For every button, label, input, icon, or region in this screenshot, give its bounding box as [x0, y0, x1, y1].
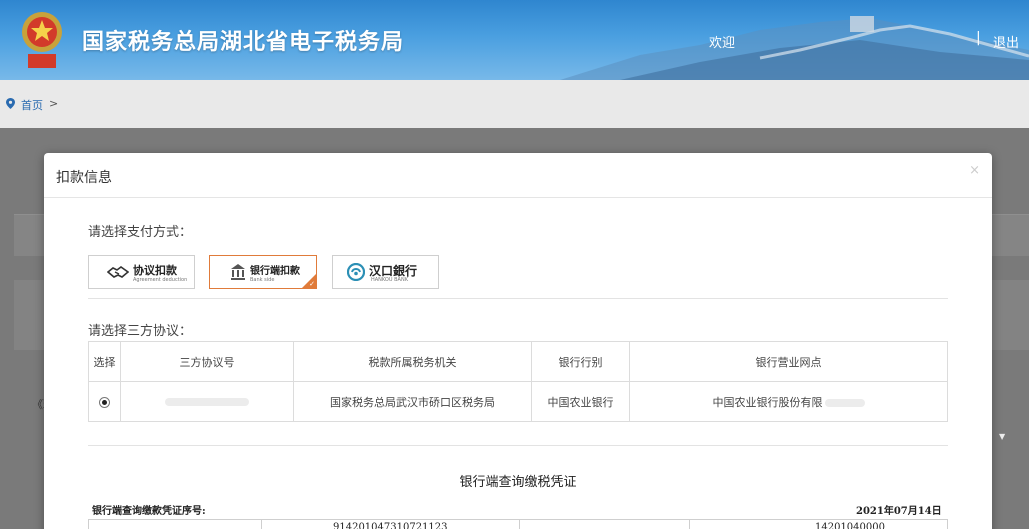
payment-modal: 扣款信息 × 请选择支付方式： 协议扣款 Agreement deduction…: [44, 153, 992, 529]
table-row[interactable]: 国家税务总局武汉市硚口区税务局 中国农业银行 中国农业银行股份有限: [88, 381, 948, 422]
pay-option-bank-side[interactable]: 银行端扣款 Bank side ✓: [209, 255, 317, 289]
pay-option-sublabel: Bank side: [250, 277, 275, 283]
tax-office-cell: 国家税务总局武汉市硚口区税务局: [293, 381, 532, 422]
welcome-text: 欢迎: [709, 36, 736, 51]
site-title: 国家税务总局湖北省电子税务局: [82, 30, 405, 55]
agreement-label: 请选择三方协议：: [88, 324, 193, 339]
bank-icon: [231, 264, 245, 280]
breadcrumb: 首页 >: [0, 80, 1029, 128]
chevron-down-icon: ▼: [999, 432, 1006, 441]
check-icon: ✓: [309, 280, 315, 288]
select-cell[interactable]: [88, 381, 121, 422]
pay-option-label: 协议扣款: [133, 264, 177, 277]
header-separator: |: [976, 30, 981, 46]
breadcrumb-arrow: >: [49, 97, 59, 110]
branch-cell: 中国农业银行股份有限: [629, 381, 948, 422]
close-icon[interactable]: ×: [969, 163, 980, 178]
bank-cell: 中国农业银行: [531, 381, 630, 422]
pay-option-sublabel: Agreement deduction: [133, 277, 188, 283]
agreement-table: 选择 三方协议号 税款所属税务机关 银行行别 银行营业网点 国家税务总局武汉市硚…: [88, 341, 948, 422]
column-header: 三方协议号: [120, 341, 294, 382]
redacted-text: [165, 398, 249, 406]
voucher-tax-id: 914201047310721123: [333, 522, 448, 529]
divider: [88, 298, 948, 299]
voucher-number-label: 银行端查询缴款凭证序号:: [92, 506, 206, 517]
logout-link[interactable]: 退出: [993, 32, 1019, 51]
modal-header: 扣款信息 ×: [44, 153, 992, 198]
pay-option-hankou-bank[interactable]: 汉口銀行 HANKOU BANK: [332, 255, 439, 289]
site-header: 国家税务总局湖北省电子税务局 欢迎 | 退出: [0, 0, 1029, 80]
redacted-text: [824, 398, 865, 407]
voucher-code: 14201040000: [815, 522, 885, 529]
handshake-icon: [107, 266, 129, 278]
breadcrumb-home-link[interactable]: 首页: [21, 97, 43, 113]
divider: [88, 445, 948, 446]
voucher-title: 银行端查询缴税凭证: [459, 475, 577, 490]
agreement-no-cell: [120, 381, 294, 422]
cell-divider: [689, 520, 690, 529]
cell-divider: [261, 520, 262, 529]
column-header: 银行行别: [531, 341, 630, 382]
column-header: 税款所属税务机关: [293, 341, 532, 382]
column-header: 银行营业网点: [629, 341, 948, 382]
column-header: 选择: [88, 341, 121, 382]
voucher-table-row: 914201047310721123 14201040000: [88, 519, 948, 529]
pay-option-sublabel: HANKOU BANK: [371, 277, 408, 283]
modal-title: 扣款信息: [56, 170, 112, 186]
tax-emblem-logo: [22, 12, 62, 68]
branch-text: 中国农业银行股份有限: [712, 395, 823, 409]
agreement-radio[interactable]: [99, 396, 110, 408]
pay-option-label: 银行端扣款: [250, 266, 300, 277]
table-header-row: 选择 三方协议号 税款所属税务机关 银行行别 银行营业网点: [88, 341, 948, 382]
pay-method-label: 请选择支付方式：: [88, 225, 193, 240]
location-pin-icon: [6, 98, 15, 109]
pay-option-agreement[interactable]: 协议扣款 Agreement deduction: [88, 255, 195, 289]
cell-divider: [519, 520, 520, 529]
hankou-bank-logo: [347, 263, 365, 281]
voucher-date: 2021年07月14日: [856, 506, 942, 517]
